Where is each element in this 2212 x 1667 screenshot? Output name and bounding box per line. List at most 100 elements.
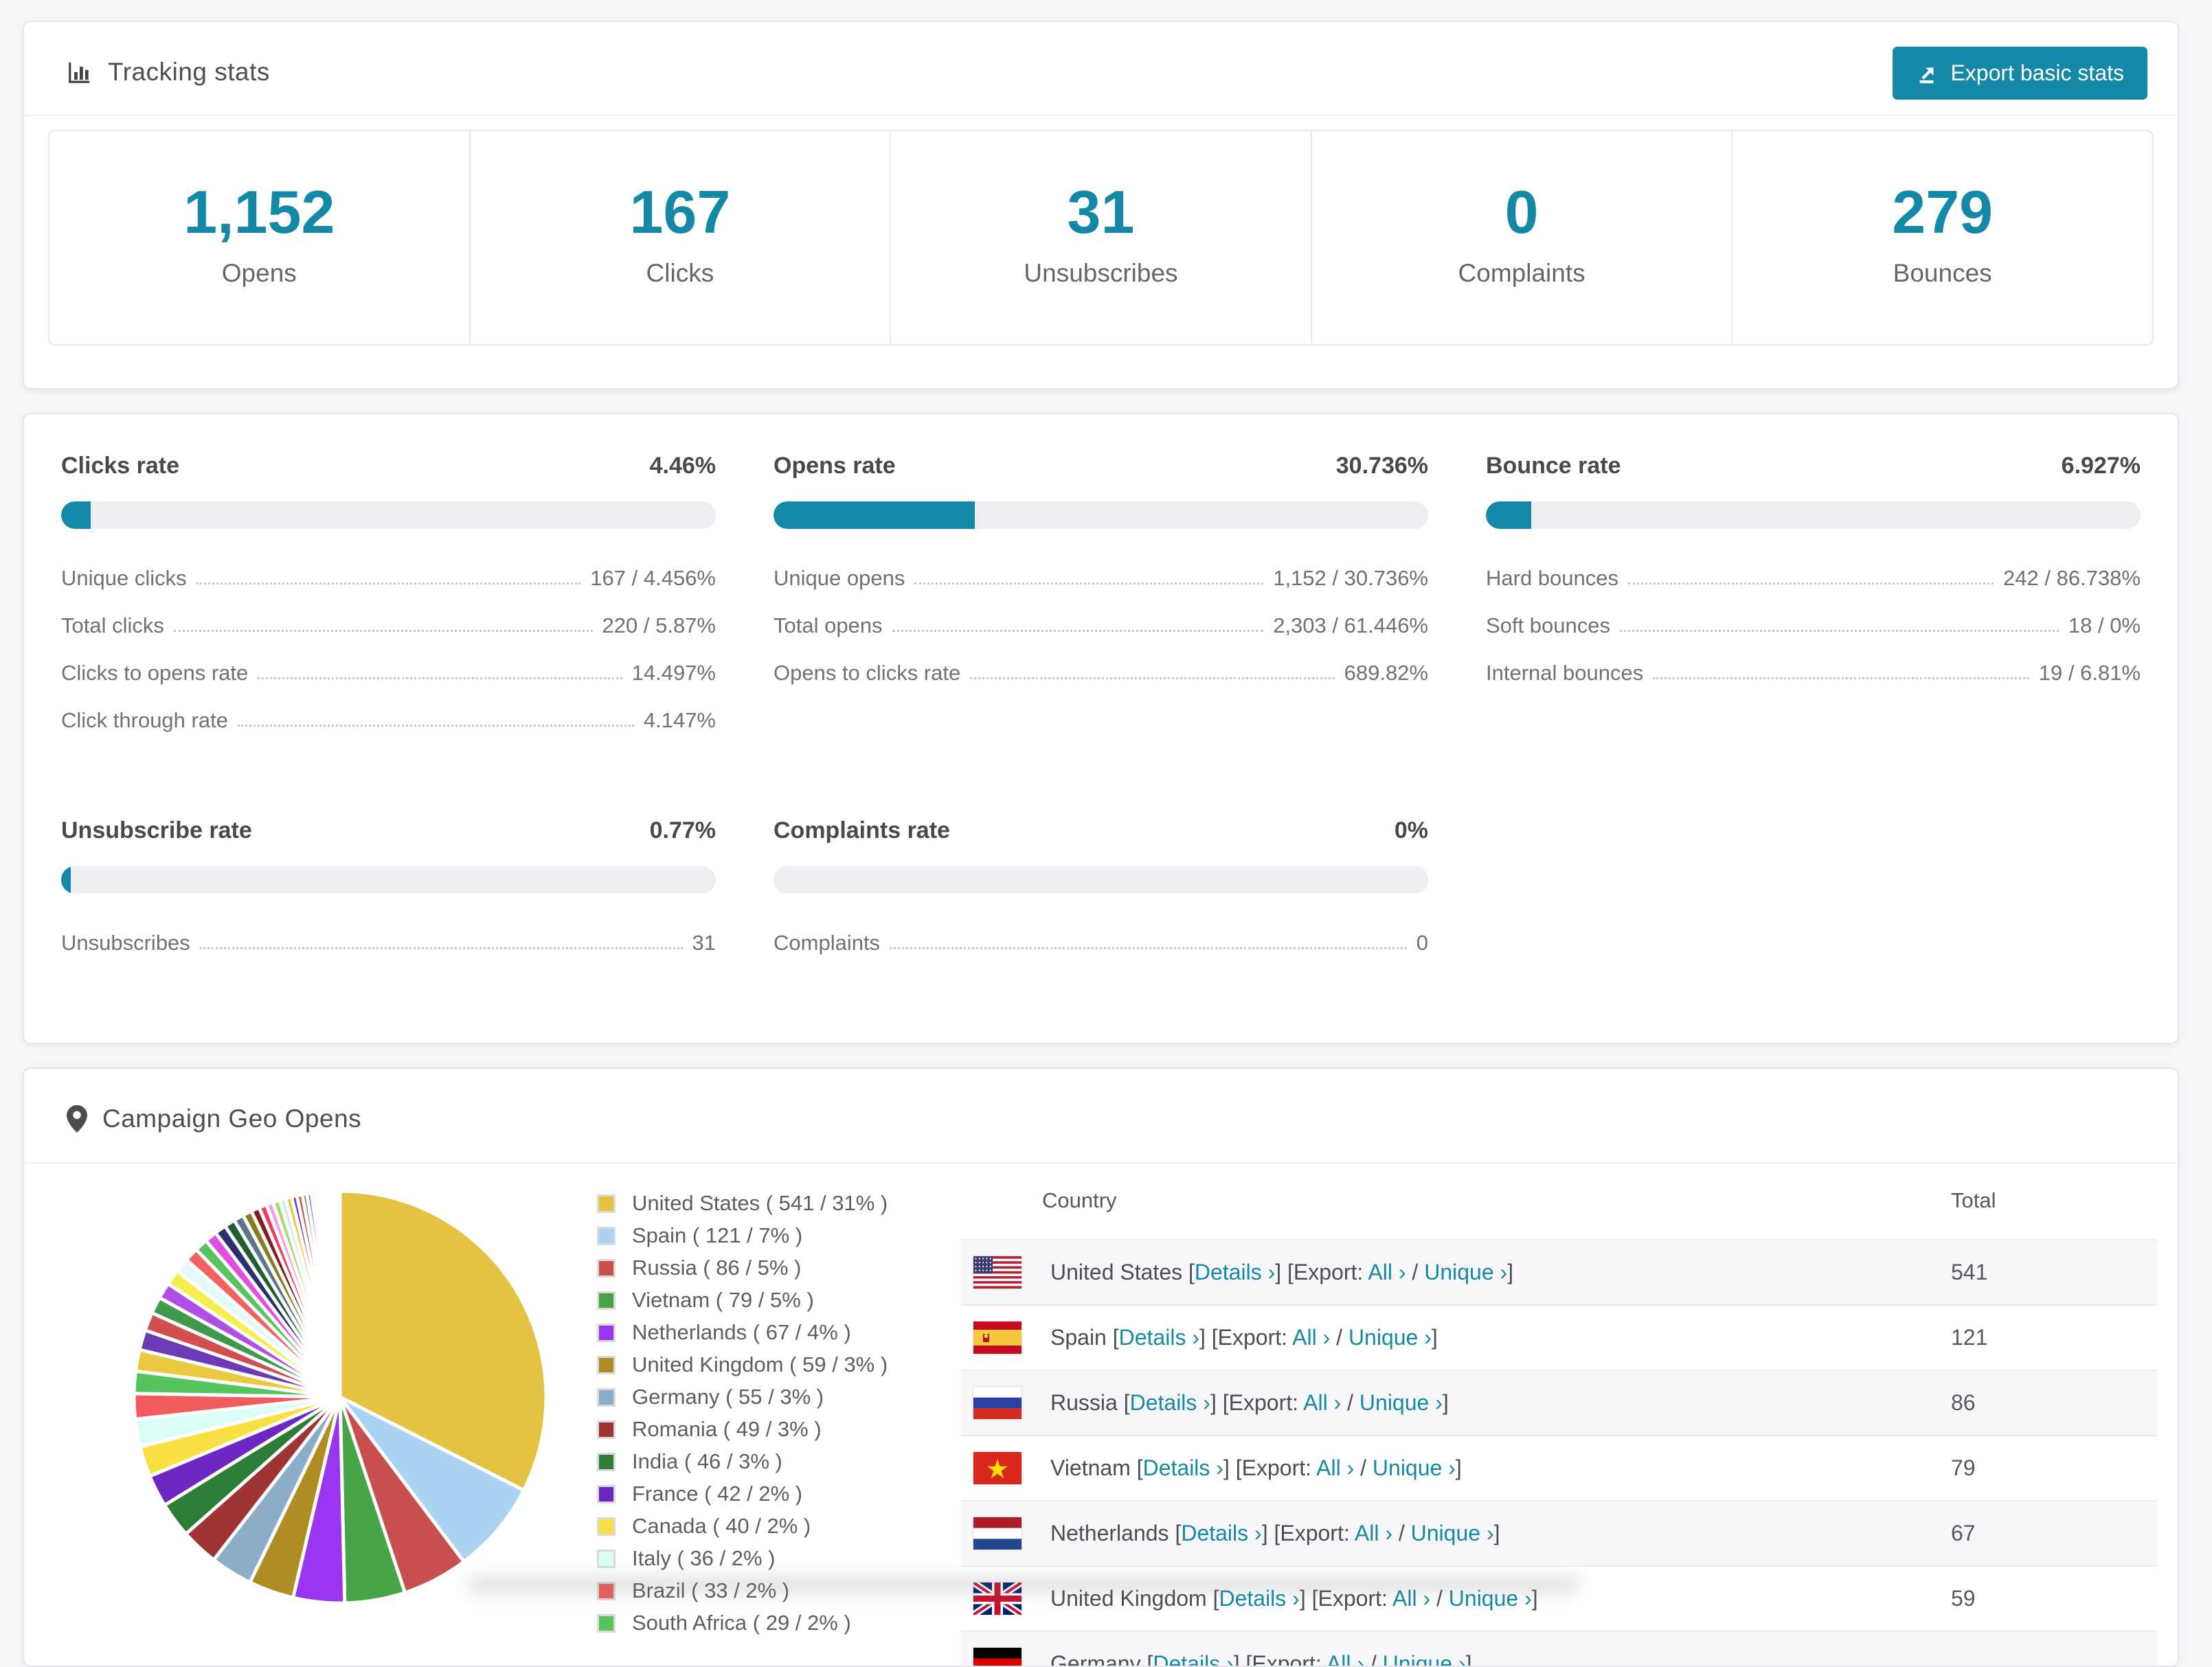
legend-item: Germany ( 55 / 3% ) [597,1385,920,1409]
rate-detail-value: 0 [1416,930,1428,955]
export-unique-link[interactable]: Unique › [1424,1260,1507,1284]
geo-country-cell: Russia [Details ›] [Export: All › / Uniq… [1050,1390,1449,1415]
rate-progress-track [774,866,1428,894]
rate-value: 0% [1394,817,1428,843]
details-link[interactable]: Details › [1195,1260,1275,1284]
export-unique-link[interactable]: Unique › [1348,1325,1432,1350]
legend-item: India ( 46 / 3% ) [597,1449,920,1474]
details-link[interactable]: Details › [1130,1390,1210,1415]
stat-cell-bounces: 279 Bounces [1733,131,2152,344]
rate-head: Opens rate 30.736% [774,453,1428,479]
export-all-link[interactable]: All › [1368,1260,1406,1284]
rate-detail-label: Total opens [774,613,883,637]
stat-label: Clicks [646,259,714,287]
rate-progress-fill [61,866,71,894]
export-unique-link[interactable]: Unique › [1383,1651,1466,1666]
rate-rows: Unsubscribes 31 [61,927,716,955]
geo-table-row-es: Spain [Details ›] [Export: All › / Uniqu… [961,1304,2157,1370]
dotted-leader [1619,630,2059,632]
rate-rows: Unique clicks 167 / 4.456% Total clicks … [61,562,716,733]
geo-opens-title: Campaign Geo Opens [67,1104,361,1133]
tracking-stats-card: Tracking stats Export basic stats 1,152 … [23,21,2179,389]
stat-label: Unsubscribes [1024,259,1178,287]
rate-block-complaints-rate: Complaints rate 0% Complaints 0 [757,817,1445,974]
rate-title: Opens rate [774,453,896,479]
geo-pie-chart [127,1184,553,1613]
legend-item: Russia ( 86 / 5% ) [597,1256,920,1280]
rate-progress-fill [61,501,91,529]
legend-swatch [597,1517,616,1536]
details-link[interactable]: Details › [1143,1455,1223,1480]
export-unique-link[interactable]: Unique › [1359,1390,1443,1415]
legend-swatch [597,1291,616,1310]
stat-value: 0 [1504,178,1539,246]
legend-swatch [597,1452,616,1471]
details-link[interactable]: Details › [1119,1325,1199,1350]
legend-swatch [597,1323,616,1342]
export-button-label: Export basic stats [1950,60,2124,85]
map-pin-icon [67,1105,87,1133]
legend-swatch [597,1226,616,1245]
rate-detail-label: Soft bounces [1486,613,1610,637]
dotted-leader [173,630,593,632]
export-all-link[interactable]: All › [1303,1390,1341,1415]
geo-table-row-ru: Russia [Details ›] [Export: All › / Uniq… [961,1370,2157,1435]
legend-label: India ( 46 / 3% ) [632,1449,782,1473]
legend-swatch [597,1484,616,1504]
export-unique-link[interactable]: Unique › [1373,1455,1456,1480]
stat-cell-unsubscribes: 31 Unsubscribes [891,131,1312,344]
stat-value: 1,152 [183,178,335,246]
de-flag-icon [973,1648,1022,1666]
rate-head: Complaints rate 0% [774,817,1428,844]
legend-swatch [597,1355,616,1374]
rate-detail-row: Total clicks 220 / 5.87% [61,609,716,638]
geo-country-cell: United States [Details ›] [Export: All ›… [1050,1260,1514,1284]
rate-detail-value: 220 / 5.87% [602,613,716,637]
details-link[interactable]: Details › [1153,1651,1233,1666]
rate-detail-value: 2,303 / 61.446% [1273,613,1428,637]
nl-flag-icon [973,1517,1022,1550]
rate-block-bounce-rate: Bounce rate 6.927% Hard bounces 242 / 86… [1469,453,2157,751]
details-link[interactable]: Details › [1181,1521,1261,1545]
export-all-link[interactable]: All › [1327,1651,1364,1666]
rate-progress-fill [1486,501,1531,529]
legend-swatch [597,1549,616,1568]
export-all-link[interactable]: All › [1316,1455,1354,1480]
rate-detail-label: Clicks to opens rate [61,660,249,685]
es-flag-icon [973,1322,1022,1354]
export-unique-link[interactable]: Unique › [1411,1521,1494,1545]
legend-label: South Africa ( 29 / 2% ) [632,1611,851,1635]
stat-cell-complaints: 0 Complaints [1312,131,1733,344]
stat-value: 279 [1892,178,1994,246]
rate-detail-row: Complaints 0 [774,927,1428,955]
rate-detail-value: 167 / 4.456% [590,565,716,590]
tracking-stats-header: Tracking stats Export basic stats [24,22,2178,116]
rate-detail-row: Hard bounces 242 / 86.738% [1486,562,2141,591]
geo-total-cell: 86 [1951,1390,1976,1415]
export-basic-stats-button[interactable]: Export basic stats [1893,47,2147,100]
rate-progress-fill [774,501,975,529]
legend-label: United Kingdom ( 59 / 3% ) [632,1352,888,1376]
rate-detail-value: 4.147% [643,707,716,732]
dotted-leader [258,677,622,679]
export-all-link[interactable]: All › [1355,1521,1392,1545]
export-all-link[interactable]: All › [1292,1325,1330,1350]
geo-table-row-us: United States [Details ›] [Export: All ›… [961,1239,2157,1304]
bar-chart-icon [69,62,90,83]
legend-item: Vietnam ( 79 / 5% ) [597,1288,920,1313]
legend-label: Russia ( 86 / 5% ) [632,1256,802,1280]
rate-detail-value: 242 / 86.738% [2003,565,2141,590]
geo-total-cell: 59 [1951,1586,1976,1611]
geo-table-row-de: Germany [Details ›] [Export: All › / Uni… [961,1631,2157,1666]
rate-title: Complaints rate [774,817,950,843]
rate-detail-row: Click through rate 4.147% [61,704,716,733]
rate-progress-track [61,501,716,529]
rate-title: Clicks rate [61,453,179,479]
stat-label: Opens [221,259,297,287]
dotted-leader [970,677,1335,679]
rate-head: Unsubscribe rate 0.77% [61,817,716,844]
geo-table-header-total: Total [1951,1188,1996,1212]
rate-head: Bounce rate 6.927% [1486,453,2141,479]
rate-title: Bounce rate [1486,453,1621,479]
legend-item: Italy ( 36 / 2% ) [597,1546,920,1571]
